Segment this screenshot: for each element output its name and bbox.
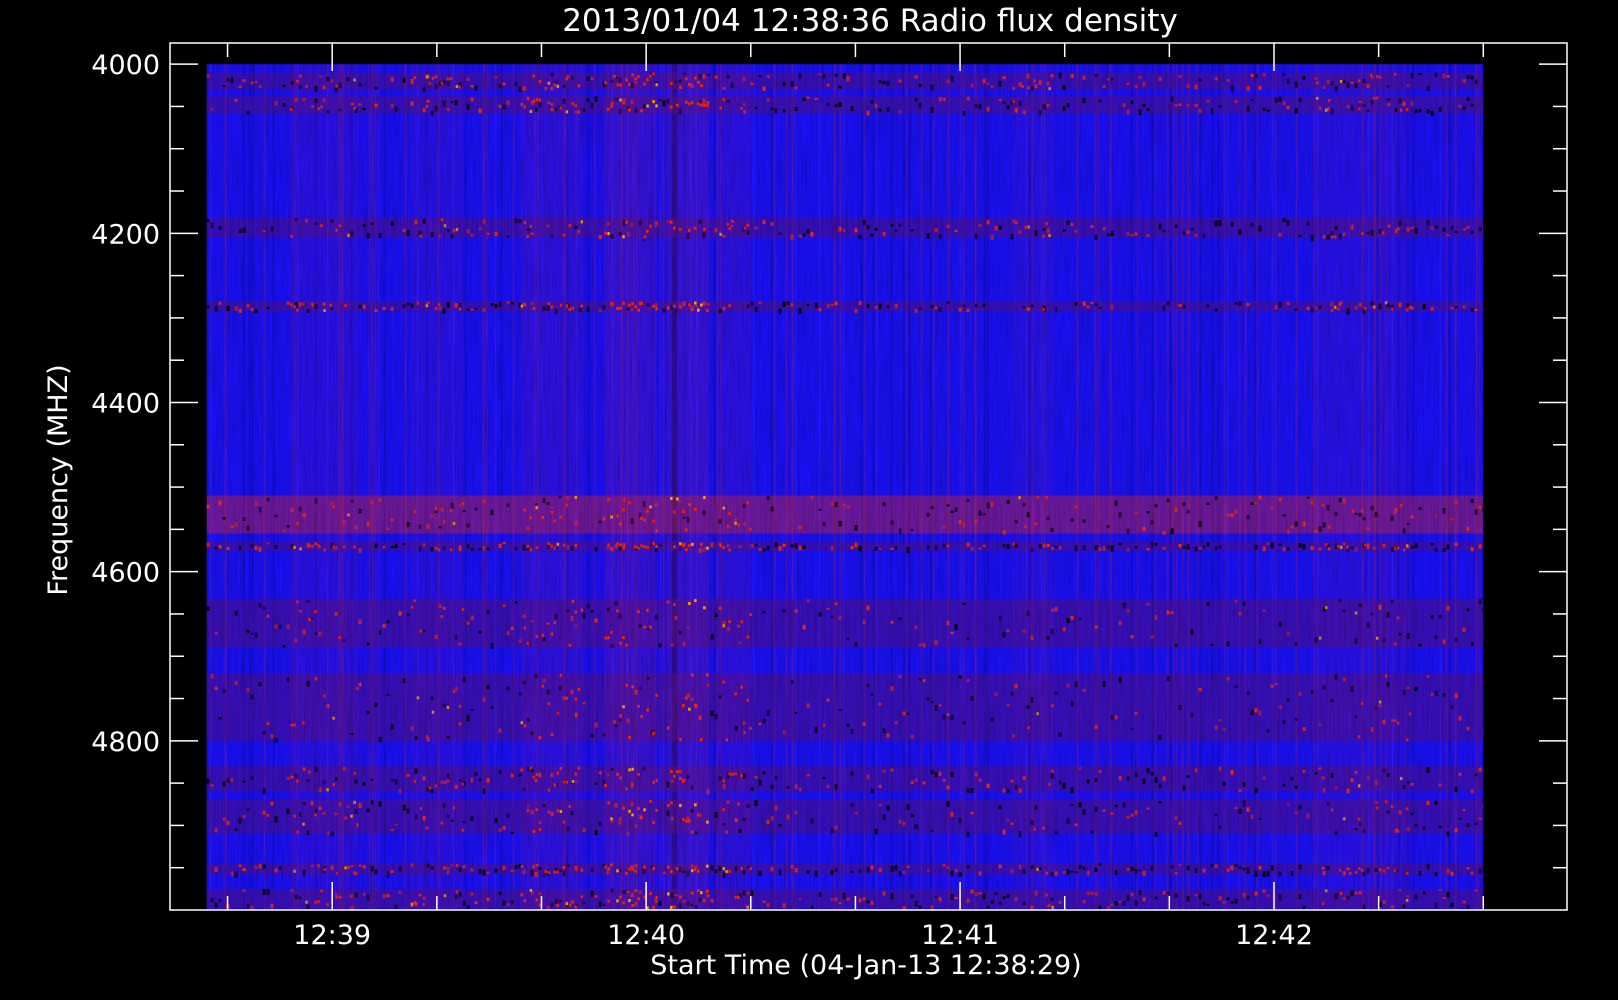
spectrogram-heatmap bbox=[206, 64, 1484, 910]
x-tick-label: 12:42 bbox=[1235, 920, 1313, 951]
y-tick-label: 4400 bbox=[91, 388, 160, 419]
y-tick-label: 4000 bbox=[91, 50, 160, 81]
chart-title: 2013/01/04 12:38:36 Radio flux density bbox=[562, 3, 1178, 39]
x-tick-label: 12:40 bbox=[607, 920, 685, 951]
spectrogram-noise-texture bbox=[206, 64, 1484, 910]
y-tick-label: 4600 bbox=[91, 558, 160, 589]
x-tick-label: 12:39 bbox=[293, 920, 371, 951]
y-tick-label: 4800 bbox=[91, 727, 160, 758]
radio-spectrogram-chart: 2013/01/04 12:38:36 Radio flux density 4… bbox=[0, 0, 1618, 1000]
x-tick-label: 12:41 bbox=[921, 920, 999, 951]
y-tick-label: 4200 bbox=[91, 219, 160, 250]
x-axis-label: Start Time (04-Jan-13 12:38:29) bbox=[650, 950, 1081, 981]
y-axis-label: Frequency (MHZ) bbox=[43, 364, 74, 595]
